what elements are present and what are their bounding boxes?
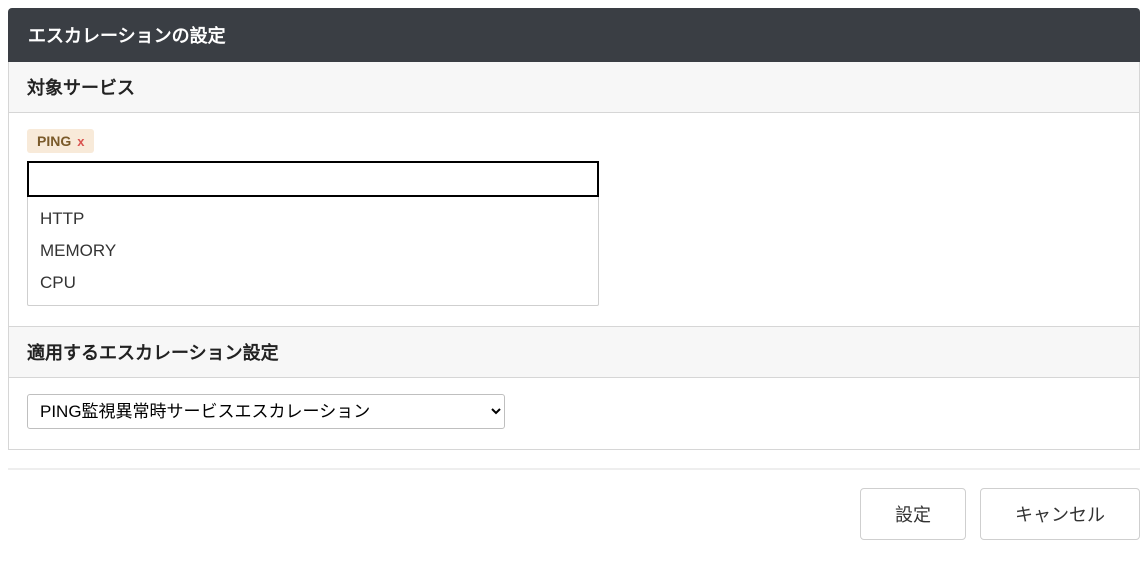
tag-remove-icon[interactable]: x bbox=[77, 134, 84, 149]
service-option-cpu[interactable]: CPU bbox=[28, 267, 598, 299]
selected-tags-row: PING x bbox=[27, 129, 1121, 153]
apply-setting-header: 適用するエスカレーション設定 bbox=[9, 327, 1139, 378]
apply-setting-body: PING監視異常時サービスエスカレーション bbox=[9, 378, 1139, 449]
apply-setting-select[interactable]: PING監視異常時サービスエスカレーション bbox=[27, 394, 505, 429]
service-options-list: HTTP MEMORY CPU bbox=[28, 197, 598, 305]
tag-label: PING bbox=[37, 133, 71, 149]
modal-footer: 設定 キャンセル bbox=[8, 468, 1140, 548]
service-option-memory[interactable]: MEMORY bbox=[28, 235, 598, 267]
cancel-button[interactable]: キャンセル bbox=[980, 488, 1140, 540]
escalation-settings-modal: エスカレーションの設定 対象サービス PING x HTTP MEMORY CP… bbox=[8, 8, 1140, 548]
submit-button[interactable]: 設定 bbox=[860, 488, 966, 540]
modal-title: エスカレーションの設定 bbox=[8, 8, 1140, 62]
modal-body: 対象サービス PING x HTTP MEMORY CPU bbox=[8, 62, 1140, 450]
target-service-section: 対象サービス PING x HTTP MEMORY CPU bbox=[9, 62, 1139, 327]
service-search-input[interactable] bbox=[27, 161, 599, 197]
target-service-body: PING x HTTP MEMORY CPU bbox=[9, 113, 1139, 326]
selected-tag-ping[interactable]: PING x bbox=[27, 129, 94, 153]
service-combobox: HTTP MEMORY CPU bbox=[27, 161, 599, 306]
target-service-header: 対象サービス bbox=[9, 62, 1139, 113]
service-option-http[interactable]: HTTP bbox=[28, 203, 598, 235]
apply-setting-section: 適用するエスカレーション設定 PING監視異常時サービスエスカレーション bbox=[9, 327, 1139, 449]
